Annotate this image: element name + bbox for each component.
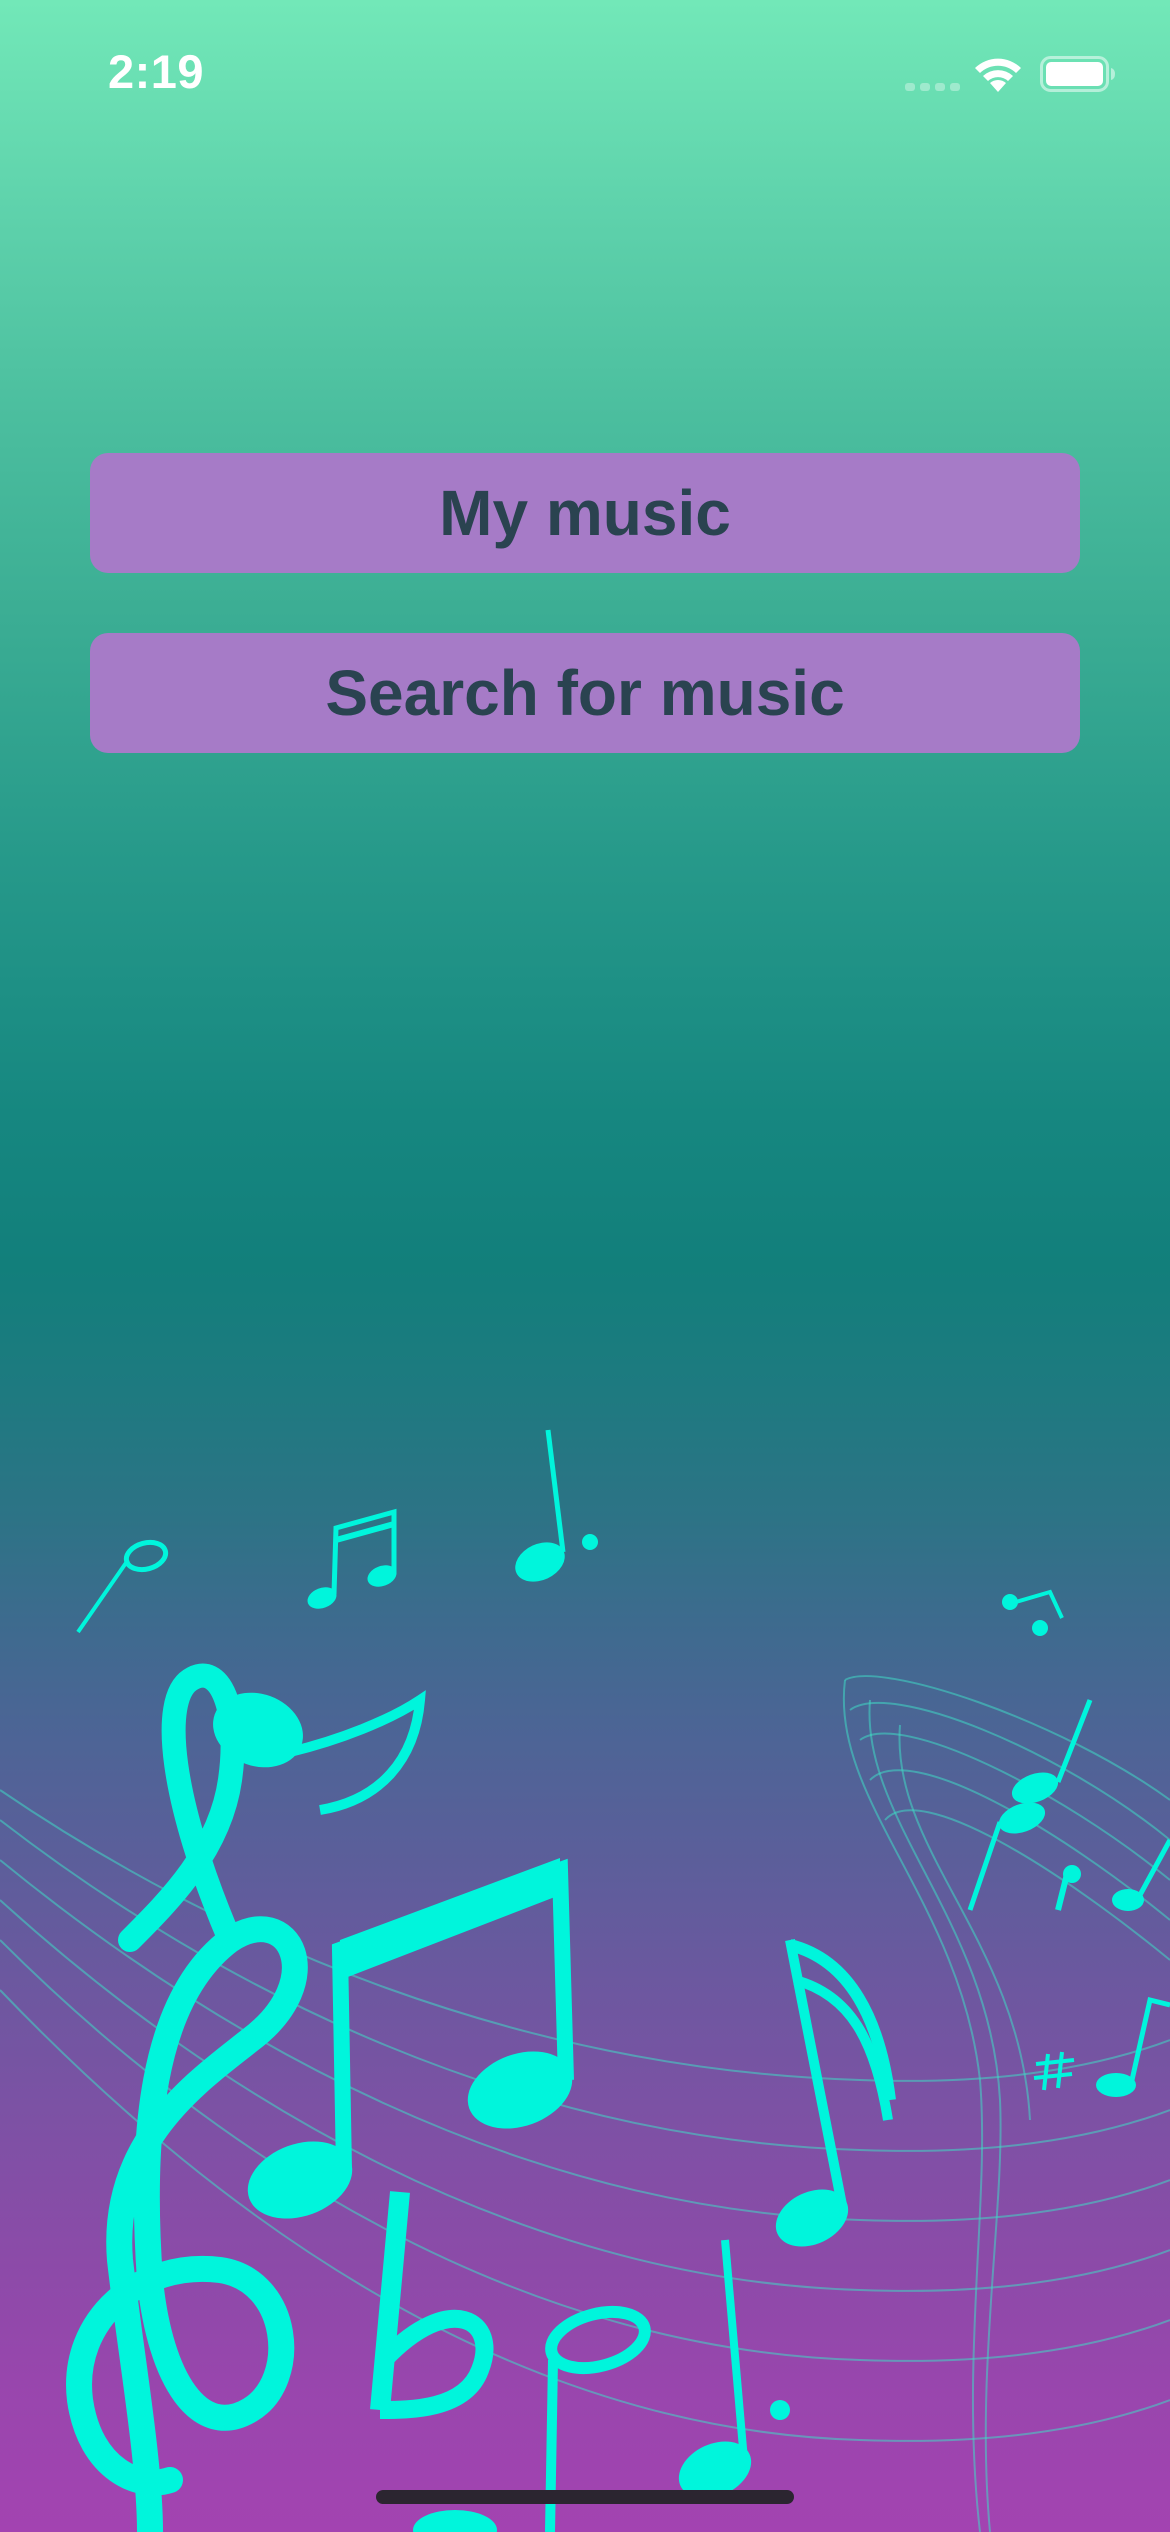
- my-music-button[interactable]: My music: [90, 453, 1080, 573]
- my-music-label: My music: [439, 477, 731, 549]
- search-for-music-label: Search for music: [325, 657, 845, 729]
- search-for-music-button[interactable]: Search for music: [90, 633, 1080, 753]
- cellular-signal-icon: [905, 83, 960, 91]
- battery-icon: [1040, 56, 1115, 92]
- home-indicator[interactable]: [376, 2490, 794, 2504]
- music-notes-illustration: [0, 1429, 1170, 2532]
- wifi-icon: [975, 58, 1021, 92]
- status-time: 2:19: [108, 45, 205, 98]
- music-note-icon: [66, 1429, 1170, 2532]
- treble-clef-icon: [66, 1663, 308, 2532]
- flat-icon: [370, 2191, 494, 2419]
- status-bar: 2:19: [0, 0, 1170, 150]
- music-app-home-screen: 2:19 My music Search for music: [0, 0, 1170, 2532]
